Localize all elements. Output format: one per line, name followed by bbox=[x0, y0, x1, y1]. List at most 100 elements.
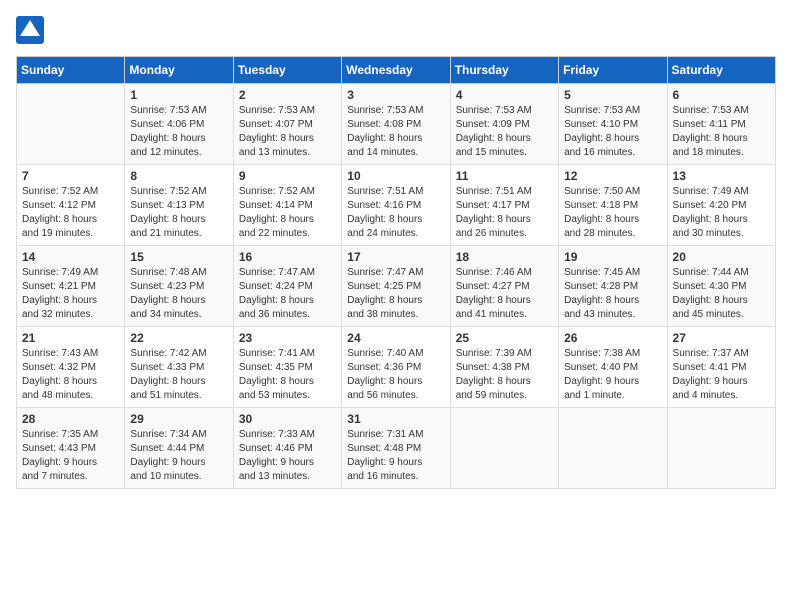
cell-4-2: 22Sunrise: 7:42 AMSunset: 4:33 PMDayligh… bbox=[125, 327, 233, 408]
cell-content: Sunrise: 7:38 AMSunset: 4:40 PMDaylight:… bbox=[564, 347, 661, 403]
cell-content: Sunrise: 7:53 AMSunset: 4:08 PMDaylight:… bbox=[347, 104, 444, 160]
cell-line: and 32 minutes. bbox=[22, 308, 119, 322]
cell-line: Sunrise: 7:53 AM bbox=[673, 104, 770, 118]
cell-line: and 36 minutes. bbox=[239, 308, 336, 322]
cell-3-6: 19Sunrise: 7:45 AMSunset: 4:28 PMDayligh… bbox=[559, 246, 667, 327]
day-number: 27 bbox=[673, 331, 770, 345]
cell-content: Sunrise: 7:43 AMSunset: 4:32 PMDaylight:… bbox=[22, 347, 119, 403]
col-header-friday: Friday bbox=[559, 57, 667, 84]
day-number: 23 bbox=[239, 331, 336, 345]
cell-line: Daylight: 8 hours bbox=[22, 375, 119, 389]
cell-line: Daylight: 8 hours bbox=[347, 294, 444, 308]
cell-line: Sunset: 4:25 PM bbox=[347, 280, 444, 294]
cell-line: and 30 minutes. bbox=[673, 227, 770, 241]
cell-5-1: 28Sunrise: 7:35 AMSunset: 4:43 PMDayligh… bbox=[17, 408, 125, 489]
cell-line: Daylight: 8 hours bbox=[22, 294, 119, 308]
cell-content: Sunrise: 7:39 AMSunset: 4:38 PMDaylight:… bbox=[456, 347, 553, 403]
cell-line: Sunrise: 7:53 AM bbox=[456, 104, 553, 118]
cell-line: Daylight: 8 hours bbox=[347, 375, 444, 389]
cell-content: Sunrise: 7:53 AMSunset: 4:06 PMDaylight:… bbox=[130, 104, 227, 160]
cell-line: and 18 minutes. bbox=[673, 146, 770, 160]
cell-line: Daylight: 8 hours bbox=[673, 132, 770, 146]
calendar-table: SundayMondayTuesdayWednesdayThursdayFrid… bbox=[16, 56, 776, 489]
cell-line: Sunset: 4:18 PM bbox=[564, 199, 661, 213]
day-number: 28 bbox=[22, 412, 119, 426]
day-number: 17 bbox=[347, 250, 444, 264]
cell-content: Sunrise: 7:51 AMSunset: 4:17 PMDaylight:… bbox=[456, 185, 553, 241]
cell-content: Sunrise: 7:42 AMSunset: 4:33 PMDaylight:… bbox=[130, 347, 227, 403]
cell-line: Daylight: 8 hours bbox=[239, 294, 336, 308]
cell-content: Sunrise: 7:47 AMSunset: 4:24 PMDaylight:… bbox=[239, 266, 336, 322]
cell-line: Daylight: 8 hours bbox=[130, 294, 227, 308]
cell-content: Sunrise: 7:53 AMSunset: 4:11 PMDaylight:… bbox=[673, 104, 770, 160]
cell-3-2: 15Sunrise: 7:48 AMSunset: 4:23 PMDayligh… bbox=[125, 246, 233, 327]
day-number: 13 bbox=[673, 169, 770, 183]
cell-line: Sunrise: 7:45 AM bbox=[564, 266, 661, 280]
cell-line: Sunrise: 7:42 AM bbox=[130, 347, 227, 361]
cell-5-4: 31Sunrise: 7:31 AMSunset: 4:48 PMDayligh… bbox=[342, 408, 450, 489]
cell-line: Sunrise: 7:52 AM bbox=[22, 185, 119, 199]
cell-line: and 51 minutes. bbox=[130, 389, 227, 403]
cell-line: Daylight: 9 hours bbox=[130, 456, 227, 470]
logo bbox=[16, 16, 48, 44]
cell-line: and 14 minutes. bbox=[347, 146, 444, 160]
cell-line: Daylight: 8 hours bbox=[347, 213, 444, 227]
day-number: 20 bbox=[673, 250, 770, 264]
cell-line: Sunrise: 7:53 AM bbox=[564, 104, 661, 118]
col-header-sunday: Sunday bbox=[17, 57, 125, 84]
cell-line: and 13 minutes. bbox=[239, 146, 336, 160]
cell-content: Sunrise: 7:49 AMSunset: 4:21 PMDaylight:… bbox=[22, 266, 119, 322]
cell-line: Sunrise: 7:31 AM bbox=[347, 428, 444, 442]
cell-line: Sunset: 4:09 PM bbox=[456, 118, 553, 132]
cell-line: Sunset: 4:20 PM bbox=[673, 199, 770, 213]
cell-line: Sunrise: 7:53 AM bbox=[347, 104, 444, 118]
week-row-4: 21Sunrise: 7:43 AMSunset: 4:32 PMDayligh… bbox=[17, 327, 776, 408]
cell-line: Sunset: 4:07 PM bbox=[239, 118, 336, 132]
cell-line: Sunrise: 7:52 AM bbox=[239, 185, 336, 199]
cell-content: Sunrise: 7:40 AMSunset: 4:36 PMDaylight:… bbox=[347, 347, 444, 403]
cell-4-5: 25Sunrise: 7:39 AMSunset: 4:38 PMDayligh… bbox=[450, 327, 558, 408]
cell-line: Daylight: 9 hours bbox=[564, 375, 661, 389]
cell-content: Sunrise: 7:47 AMSunset: 4:25 PMDaylight:… bbox=[347, 266, 444, 322]
cell-line: Daylight: 8 hours bbox=[564, 213, 661, 227]
cell-line: Daylight: 8 hours bbox=[673, 213, 770, 227]
cell-line: Daylight: 8 hours bbox=[564, 294, 661, 308]
cell-line: Daylight: 8 hours bbox=[564, 132, 661, 146]
cell-3-5: 18Sunrise: 7:46 AMSunset: 4:27 PMDayligh… bbox=[450, 246, 558, 327]
page-header bbox=[16, 16, 776, 44]
cell-line: Daylight: 8 hours bbox=[239, 213, 336, 227]
cell-2-1: 7Sunrise: 7:52 AMSunset: 4:12 PMDaylight… bbox=[17, 165, 125, 246]
cell-line: Sunset: 4:44 PM bbox=[130, 442, 227, 456]
cell-line: Sunrise: 7:41 AM bbox=[239, 347, 336, 361]
cell-line: Sunrise: 7:33 AM bbox=[239, 428, 336, 442]
cell-line: and 43 minutes. bbox=[564, 308, 661, 322]
cell-content: Sunrise: 7:53 AMSunset: 4:10 PMDaylight:… bbox=[564, 104, 661, 160]
cell-line: Sunrise: 7:48 AM bbox=[130, 266, 227, 280]
cell-4-6: 26Sunrise: 7:38 AMSunset: 4:40 PMDayligh… bbox=[559, 327, 667, 408]
col-header-tuesday: Tuesday bbox=[233, 57, 341, 84]
cell-content: Sunrise: 7:37 AMSunset: 4:41 PMDaylight:… bbox=[673, 347, 770, 403]
cell-line: Sunset: 4:33 PM bbox=[130, 361, 227, 375]
cell-line: and 4 minutes. bbox=[673, 389, 770, 403]
cell-content: Sunrise: 7:52 AMSunset: 4:14 PMDaylight:… bbox=[239, 185, 336, 241]
cell-line: and 34 minutes. bbox=[130, 308, 227, 322]
cell-line: Daylight: 9 hours bbox=[22, 456, 119, 470]
week-row-2: 7Sunrise: 7:52 AMSunset: 4:12 PMDaylight… bbox=[17, 165, 776, 246]
cell-3-4: 17 Sunrise: 7:47 AMSunset: 4:25 PMDayligh… bbox=[342, 246, 450, 327]
cell-line: and 16 minutes. bbox=[564, 146, 661, 160]
cell-line: Sunrise: 7:49 AM bbox=[673, 185, 770, 199]
col-header-wednesday: Wednesday bbox=[342, 57, 450, 84]
cell-content: Sunrise: 7:48 AMSunset: 4:23 PMDaylight:… bbox=[130, 266, 227, 322]
cell-line: Sunrise: 7:43 AM bbox=[22, 347, 119, 361]
cell-2-5: 11Sunrise: 7:51 AMSunset: 4:17 PMDayligh… bbox=[450, 165, 558, 246]
cell-content: Sunrise: 7:52 AMSunset: 4:13 PMDaylight:… bbox=[130, 185, 227, 241]
day-number: 30 bbox=[239, 412, 336, 426]
cell-line: Sunset: 4:36 PM bbox=[347, 361, 444, 375]
col-header-monday: Monday bbox=[125, 57, 233, 84]
cell-line: Sunset: 4:11 PM bbox=[673, 118, 770, 132]
cell-line: Daylight: 8 hours bbox=[239, 375, 336, 389]
cell-line: Sunrise: 7:52 AM bbox=[130, 185, 227, 199]
cell-content: Sunrise: 7:53 AMSunset: 4:07 PMDaylight:… bbox=[239, 104, 336, 160]
cell-line: Sunrise: 7:37 AM bbox=[673, 347, 770, 361]
day-number: 8 bbox=[130, 169, 227, 183]
